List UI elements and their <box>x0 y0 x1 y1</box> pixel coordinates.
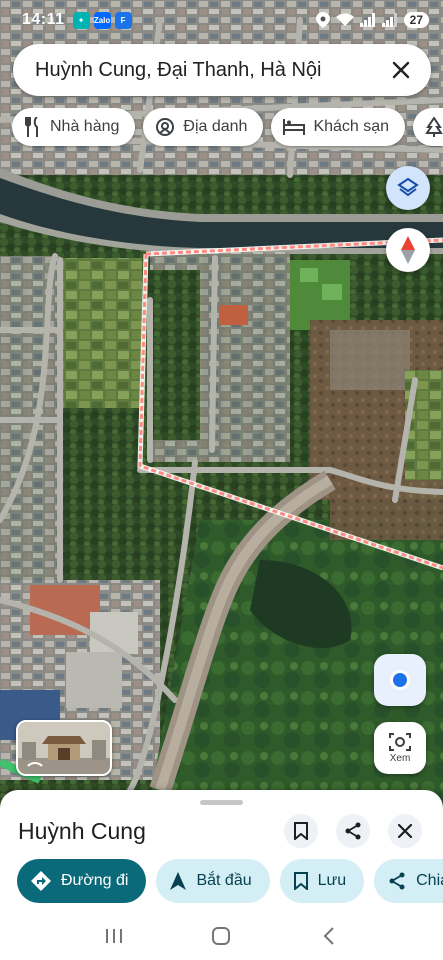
status-time: 14:11 <box>22 11 65 28</box>
bookmark-icon <box>294 822 308 840</box>
street-view-label: Xem <box>389 753 411 764</box>
start-navigation-button[interactable]: Bắt đầu <box>156 859 270 903</box>
zalo-icon: Zalo <box>93 11 111 29</box>
chip-restaurants[interactable]: Nhà hàng <box>12 108 136 146</box>
place-actions: Đường đi Bắt đầu Lưu Chia s <box>17 859 443 903</box>
app-f-icon: F <box>114 11 132 29</box>
share-icon <box>389 872 405 890</box>
chip-label: Khách sạn <box>313 118 390 135</box>
notification-app-icon: ✦ <box>72 11 90 29</box>
sheet-drag-handle[interactable] <box>200 800 243 805</box>
chip-landmarks[interactable]: Địa danh <box>143 108 264 146</box>
compass-button[interactable] <box>386 228 430 272</box>
status-indicators: 27 <box>315 12 429 28</box>
signal-2-icon <box>381 13 397 27</box>
chip-parks[interactable]: C <box>413 108 443 146</box>
camera-view-icon <box>389 733 411 751</box>
recents-button[interactable] <box>94 916 134 956</box>
park-icon <box>425 117 443 137</box>
layers-icon <box>397 177 419 197</box>
home-icon <box>212 927 231 945</box>
location-pin-icon <box>315 12 330 28</box>
navigation-arrow-icon <box>170 872 187 890</box>
save-button[interactable]: Lưu <box>279 859 365 903</box>
action-label: Chia s <box>416 872 443 889</box>
my-location-button[interactable] <box>374 654 426 706</box>
back-icon <box>323 927 334 945</box>
street-view-thumbnail[interactable] <box>16 720 112 776</box>
share-button[interactable]: Chia s <box>374 859 443 903</box>
search-bar[interactable]: Huỳnh Cung, Đại Thanh, Hà Nội <box>13 44 431 96</box>
action-label: Lưu <box>317 872 347 889</box>
place-title: Huỳnh Cung <box>18 818 146 844</box>
chip-label: Địa danh <box>183 118 248 135</box>
share-icon <box>345 822 361 840</box>
home-button[interactable] <box>201 916 241 956</box>
chip-hotels[interactable]: Khách sạn <box>271 108 406 146</box>
close-icon <box>398 824 412 838</box>
search-query[interactable]: Huỳnh Cung, Đại Thanh, Hà Nội <box>35 59 389 82</box>
signal-icon <box>359 13 375 27</box>
compass-icon <box>401 236 415 264</box>
directions-icon <box>31 871 51 891</box>
temple-photo <box>18 722 110 774</box>
system-nav-bar <box>0 912 443 960</box>
close-sheet-button[interactable] <box>388 814 422 848</box>
recents-icon <box>105 929 122 943</box>
landmark-icon <box>156 118 175 136</box>
bookmark-icon <box>293 872 308 890</box>
chip-label: Nhà hàng <box>50 118 120 135</box>
street-view-button[interactable]: Xem <box>374 722 426 774</box>
map-layers-button[interactable] <box>386 166 430 210</box>
clear-search-button[interactable] <box>389 58 413 82</box>
share-place-button[interactable] <box>336 814 370 848</box>
restaurant-icon <box>25 117 38 137</box>
battery-level: 27 <box>403 12 429 28</box>
directions-button[interactable]: Đường đi <box>17 859 147 903</box>
close-icon <box>392 61 410 79</box>
hotel-icon <box>283 119 306 135</box>
save-place-button[interactable] <box>284 814 318 848</box>
action-label: Bắt đầu <box>196 872 252 889</box>
category-chips: Nhà hàng Địa danh Khách sạn C <box>12 108 443 148</box>
status-bar: 14:11 ✦ Zalo F 27 <box>0 0 443 40</box>
location-dot-icon <box>393 673 407 687</box>
wifi-icon <box>335 13 354 26</box>
back-button[interactable] <box>309 916 349 956</box>
action-label: Đường đi <box>61 872 129 889</box>
